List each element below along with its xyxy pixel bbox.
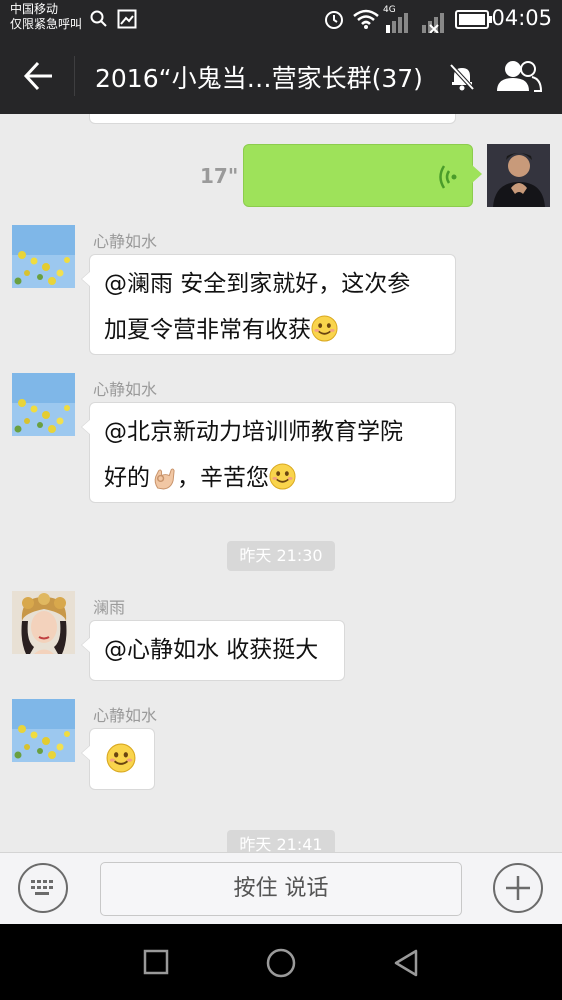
nav-back-icon[interactable] xyxy=(392,948,420,978)
keyboard-icon xyxy=(31,880,53,895)
avatar-flowers-image xyxy=(12,699,75,762)
more-options-button[interactable] xyxy=(493,863,543,913)
mute-bell-icon[interactable] xyxy=(448,63,476,91)
sender-name: 心静如水 xyxy=(93,380,158,399)
group-members-icon[interactable] xyxy=(496,59,542,93)
voice-duration: 17" xyxy=(200,164,239,188)
plus-icon xyxy=(506,876,530,900)
wifi-icon xyxy=(353,9,379,29)
message-text: @心静如水 收获挺大 xyxy=(104,637,319,663)
signal-no-sim-icon xyxy=(422,13,444,33)
recent-apps-icon[interactable] xyxy=(143,949,169,975)
message-timestamp: 昨天 21:41 xyxy=(227,830,335,852)
voice-wave-icon xyxy=(439,165,457,189)
message-text-line: ，辛苦您 xyxy=(177,465,269,491)
message-list[interactable]: 17" 心静如水 @澜雨 安全到家就好，这次参 加夏令营非常有收获 心静如水 @… xyxy=(0,114,562,852)
sender-name: 澜雨 xyxy=(93,598,126,617)
signal-icon xyxy=(386,13,408,33)
system-nav-bar xyxy=(0,924,562,1000)
sender-name: 心静如水 xyxy=(93,232,158,251)
avatar-flowers-image xyxy=(12,225,75,288)
avatar-self[interactable] xyxy=(487,144,550,207)
home-icon[interactable] xyxy=(265,947,297,979)
message-timestamp: 昨天 21:30 xyxy=(227,541,335,571)
message-bubble[interactable] xyxy=(81,728,155,790)
carrier-name: 中国移动 xyxy=(10,2,59,16)
avatar-self-image xyxy=(487,144,550,207)
message-bubble[interactable]: @澜雨 安全到家就好，这次参 加夏令营非常有收获 xyxy=(81,254,456,355)
smile-emoji-icon xyxy=(106,743,136,773)
clock: 04:05 xyxy=(491,6,552,30)
carrier-status: 仅限紧急呼叫 xyxy=(10,17,83,31)
hold-to-talk-button[interactable]: 按住 说话 xyxy=(100,862,462,916)
message-bubble[interactable]: @心静如水 收获挺大 xyxy=(81,620,345,681)
keyboard-toggle-button[interactable] xyxy=(18,863,68,913)
message-bubble-partial[interactable] xyxy=(89,114,456,124)
avatar-xinjingrushui[interactable] xyxy=(12,225,75,288)
image-icon xyxy=(117,9,137,29)
status-bar: 中国移动 仅限紧急呼叫 4G 04:05 xyxy=(0,0,562,38)
chat-title: 2016“小鬼当…营家长群(37) xyxy=(95,64,423,93)
smile-emoji-icon xyxy=(311,315,338,342)
smile-emoji-icon xyxy=(269,463,296,490)
avatar-lanyu[interactable] xyxy=(12,591,75,654)
search-icon xyxy=(90,10,107,27)
message-text-line: @澜雨 安全到家就好，这次参 xyxy=(104,271,411,297)
avatar-xinjingrushui[interactable] xyxy=(12,373,75,436)
message-text-line: 好的 xyxy=(104,465,150,491)
avatar-flowers-image xyxy=(12,373,75,436)
avatar-xinjingrushui[interactable] xyxy=(12,699,75,762)
message-bubble[interactable]: @北京新动力培训师教育学院 好的 ，辛苦您 xyxy=(81,402,456,503)
alarm-icon xyxy=(325,11,343,29)
avatar-woman-image xyxy=(12,591,75,654)
message-text-line: @北京新动力培训师教育学院 xyxy=(104,419,403,445)
ok-hand-emoji-icon xyxy=(154,468,175,490)
back-arrow-icon[interactable] xyxy=(22,58,56,94)
chat-header: 2016“小鬼当…营家长群(37) xyxy=(0,38,562,114)
input-bar: 按住 说话 xyxy=(0,852,562,924)
carrier-info: 中国移动 仅限紧急呼叫 xyxy=(10,2,82,32)
header-divider xyxy=(74,56,75,96)
battery-icon xyxy=(455,10,492,29)
sender-name: 心静如水 xyxy=(93,706,158,725)
message-text-line: 加夏令营非常有收获 xyxy=(104,317,311,343)
voice-message-bubble[interactable] xyxy=(243,144,482,207)
